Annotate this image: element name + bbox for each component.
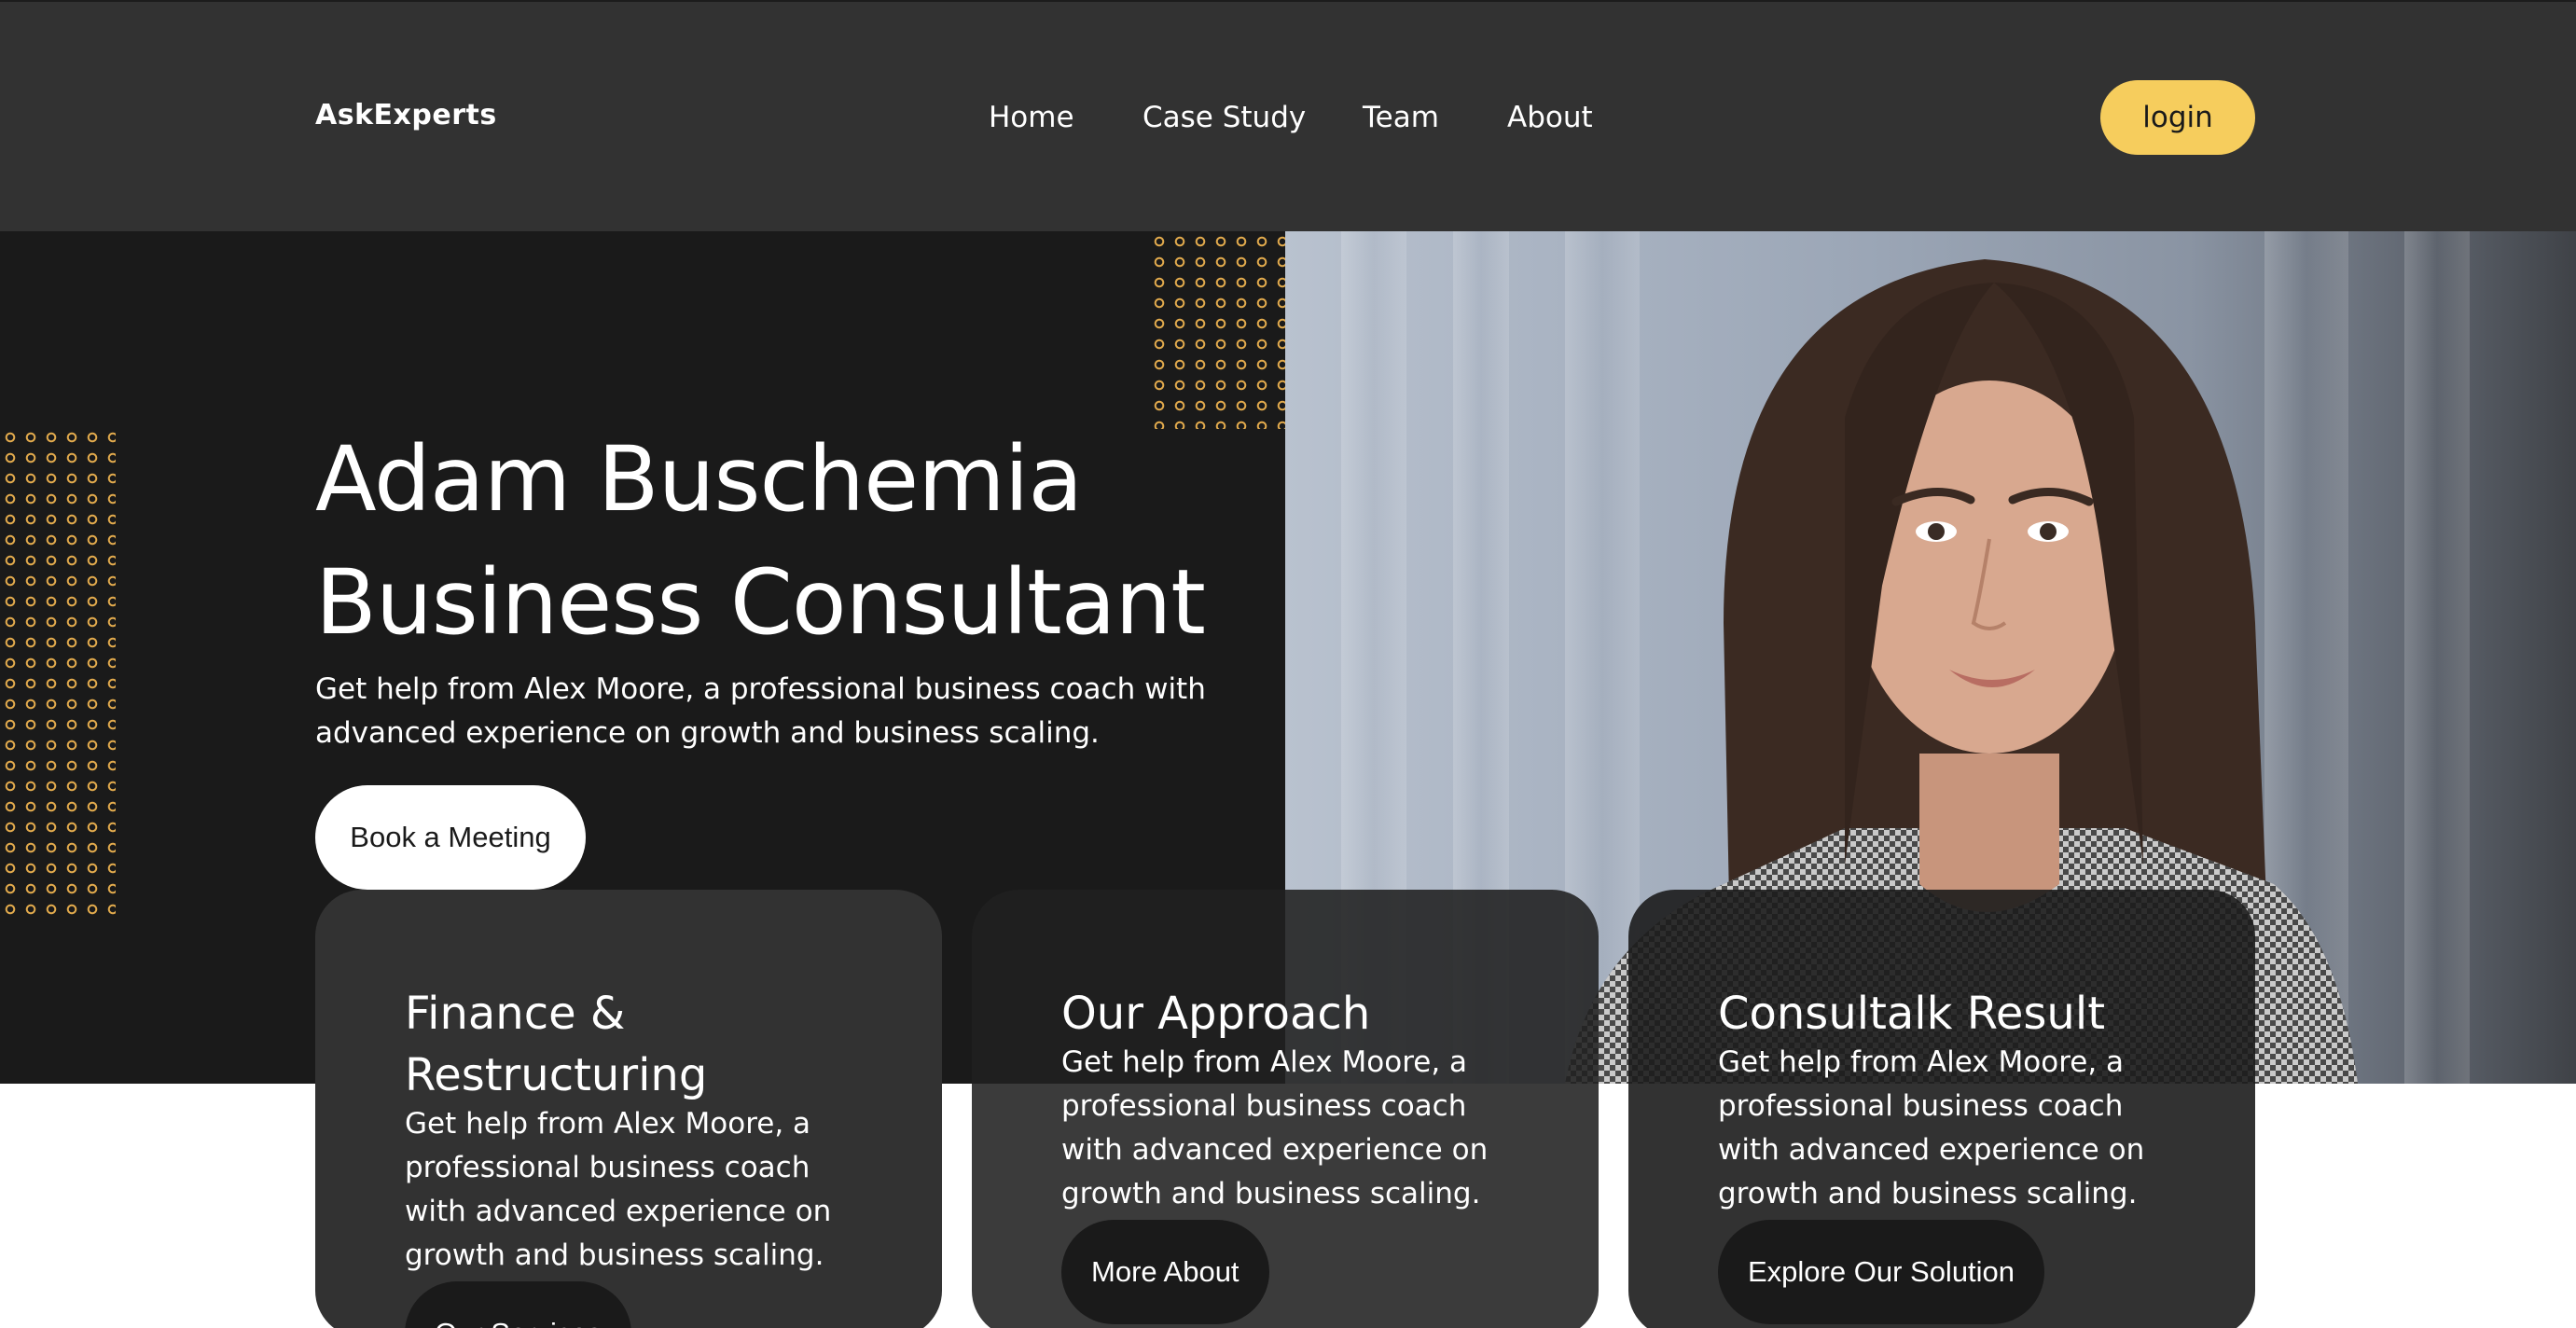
site-logo[interactable]: AskExperts	[315, 99, 497, 131]
decorative-dot-pattern-left	[0, 427, 116, 923]
hero-description: Get help from Alex Moore, a professional…	[315, 672, 1206, 750]
nav-link-case-study[interactable]: Case Study	[1143, 101, 1306, 134]
nav-link-home[interactable]: Home	[989, 101, 1074, 134]
hero-title-name: Adam Buschemia	[315, 427, 1083, 532]
decorative-dot-pattern-top	[1149, 231, 1285, 429]
site-header: AskExperts Home Case Study Team About lo…	[0, 0, 2576, 231]
explore-solution-button[interactable]: Explore Our Solution	[1718, 1220, 2045, 1324]
nav-link-team[interactable]: Team	[1363, 101, 1439, 134]
card-title: Consultalk Result	[1718, 988, 2106, 1040]
our-services-button[interactable]: Our Services	[405, 1281, 632, 1328]
hero-title-role: Business Consultant	[315, 550, 1206, 655]
service-card-approach: Our Approach Get help from Alex Moore, a…	[972, 890, 1599, 1328]
card-description: Get help from Alex Moore, a professional…	[405, 1107, 832, 1272]
more-about-button[interactable]: More About	[1061, 1220, 1269, 1324]
book-meeting-button[interactable]: Book a Meeting	[315, 785, 586, 890]
login-button[interactable]: login	[2100, 80, 2255, 155]
card-description: Get help from Alex Moore, a professional…	[1061, 1045, 1489, 1210]
service-card-finance: Finance & Restructuring Get help from Al…	[315, 890, 942, 1328]
card-title: Our Approach	[1061, 988, 1371, 1040]
hero-title: Adam Buschemia Business Consultant	[315, 418, 1206, 664]
card-title: Finance & Restructuring	[405, 988, 708, 1101]
service-card-result: Consultalk Result Get help from Alex Moo…	[1628, 890, 2255, 1328]
card-description: Get help from Alex Moore, a professional…	[1718, 1045, 2145, 1210]
nav-link-about[interactable]: About	[1507, 101, 1593, 134]
